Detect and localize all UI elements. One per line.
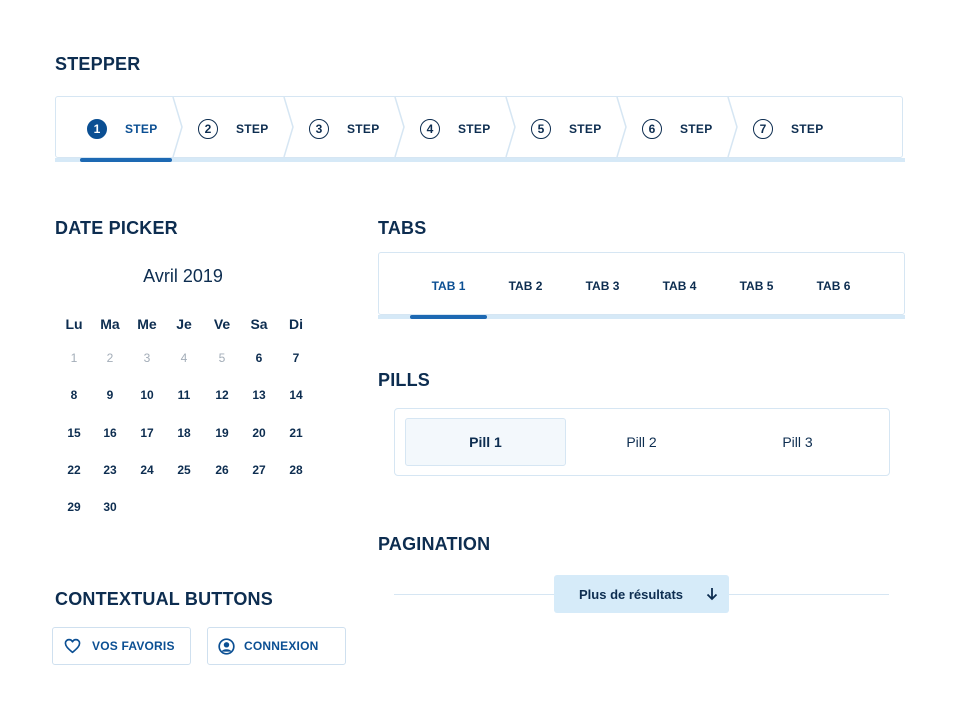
tab-2[interactable]: TAB 2 — [487, 279, 564, 293]
calendar-day[interactable]: 30 — [91, 500, 129, 514]
calendar-day[interactable]: 23 — [91, 463, 129, 477]
calendar-day[interactable]: 27 — [240, 463, 278, 477]
calendar-day[interactable]: 13 — [240, 388, 278, 402]
step-number: 6 — [642, 119, 662, 139]
tab-4[interactable]: TAB 4 — [641, 279, 718, 293]
calendar-day-disabled: 4 — [180, 351, 188, 365]
calendar-day[interactable]: 29 — [55, 500, 93, 514]
stepper-active-indicator — [80, 158, 172, 162]
stepper-progress-track — [55, 158, 905, 162]
load-more-button[interactable]: Plus de résultats — [554, 575, 729, 613]
calendar-day[interactable]: 19 — [203, 426, 241, 440]
step-separator-icon — [505, 97, 516, 157]
step-3[interactable]: 3 STEP — [309, 117, 380, 141]
calendar-day[interactable]: 18 — [165, 426, 203, 440]
calendar-day[interactable]: 20 — [240, 426, 278, 440]
step-number: 7 — [753, 119, 773, 139]
weekday-header: Sa — [250, 316, 268, 332]
calendar-day[interactable]: 12 — [203, 388, 241, 402]
step-2[interactable]: 2 STEP — [198, 117, 269, 141]
calendar-day[interactable]: 28 — [277, 463, 315, 477]
calendar-day[interactable]: 26 — [203, 463, 241, 477]
weekday-header: Me — [137, 316, 157, 332]
calendar-day[interactable]: 15 — [55, 426, 93, 440]
calendar-day[interactable]: 8 — [55, 388, 93, 402]
calendar-day[interactable]: 24 — [128, 463, 166, 477]
step-number: 3 — [309, 119, 329, 139]
pill-3[interactable]: Pill 3 — [717, 418, 878, 466]
step-number: 5 — [531, 119, 551, 139]
weekday-header: Ma — [100, 316, 120, 332]
tab-3[interactable]: TAB 3 — [564, 279, 641, 293]
step-separator-icon — [616, 97, 627, 157]
step-label: STEP — [569, 122, 602, 136]
favorites-label: VOS FAVORIS — [92, 639, 175, 653]
calendar-day[interactable]: 10 — [128, 388, 166, 402]
calendar-day[interactable]: 22 — [55, 463, 93, 477]
step-label: STEP — [236, 122, 269, 136]
step-6[interactable]: 6 STEP — [642, 117, 713, 141]
tabs-active-indicator — [410, 315, 487, 319]
calendar-day-disabled: 2 — [106, 351, 114, 365]
step-separator-icon — [283, 97, 294, 157]
stepper-section-title: STEPPER — [55, 54, 141, 74]
tab-6[interactable]: TAB 6 — [795, 279, 872, 293]
calendar-day[interactable]: 11 — [165, 388, 203, 402]
calendar-day[interactable]: 16 — [91, 426, 129, 440]
step-label: STEP — [680, 122, 713, 136]
step-label: STEP — [791, 122, 824, 136]
step-7[interactable]: 7 STEP — [753, 117, 824, 141]
step-separator-icon — [727, 97, 738, 157]
load-more-label: Plus de résultats — [579, 586, 684, 602]
weekday-header: Lu — [65, 316, 83, 332]
step-number: 4 — [420, 119, 440, 139]
favorites-button[interactable]: VOS FAVORIS — [52, 627, 191, 665]
pill-2[interactable]: Pill 2 — [561, 418, 722, 466]
tabs-section-title: TABS — [378, 218, 427, 238]
user-circle-icon — [218, 637, 235, 655]
date-picker-section-title: DATE PICKER — [55, 218, 178, 238]
login-label: CONNEXION — [244, 639, 319, 653]
calendar-day-disabled: 5 — [218, 351, 226, 365]
step-5[interactable]: 5 STEP — [531, 117, 602, 141]
arrow-down-icon — [706, 588, 718, 601]
calendar-day-disabled: 1 — [70, 351, 78, 365]
calendar-day-disabled: 3 — [143, 351, 151, 365]
step-label: STEP — [125, 122, 158, 136]
step-1[interactable]: 1 STEP — [87, 117, 158, 141]
calendar-day[interactable]: 21 — [277, 426, 315, 440]
calendar-month-title: Avril 2019 — [143, 266, 223, 286]
step-number: 2 — [198, 119, 218, 139]
step-separator-icon — [394, 97, 405, 157]
heart-icon — [64, 638, 81, 654]
step-4[interactable]: 4 STEP — [420, 117, 491, 141]
calendar-day[interactable]: 7 — [277, 351, 315, 365]
calendar-day[interactable]: 17 — [128, 426, 166, 440]
step-separator-icon — [172, 97, 183, 157]
step-label: STEP — [458, 122, 491, 136]
weekday-header: Je — [176, 316, 192, 332]
calendar-day[interactable]: 25 — [165, 463, 203, 477]
calendar-day[interactable]: 14 — [277, 388, 315, 402]
tab-1[interactable]: TAB 1 — [410, 279, 487, 293]
pill-1[interactable]: Pill 1 — [405, 418, 566, 466]
tab-5[interactable]: TAB 5 — [718, 279, 795, 293]
contextual-buttons-section-title: CONTEXTUAL BUTTONS — [55, 589, 273, 609]
step-number: 1 — [87, 119, 107, 139]
pagination-section-title: PAGINATION — [378, 534, 491, 554]
weekday-header: Di — [289, 316, 303, 332]
pills-section-title: PILLS — [378, 370, 431, 390]
calendar-day[interactable]: 9 — [91, 388, 129, 402]
step-label: STEP — [347, 122, 380, 136]
weekday-header: Ve — [213, 316, 231, 332]
calendar-day[interactable]: 6 — [240, 351, 278, 365]
login-button[interactable]: CONNEXION — [207, 627, 346, 665]
